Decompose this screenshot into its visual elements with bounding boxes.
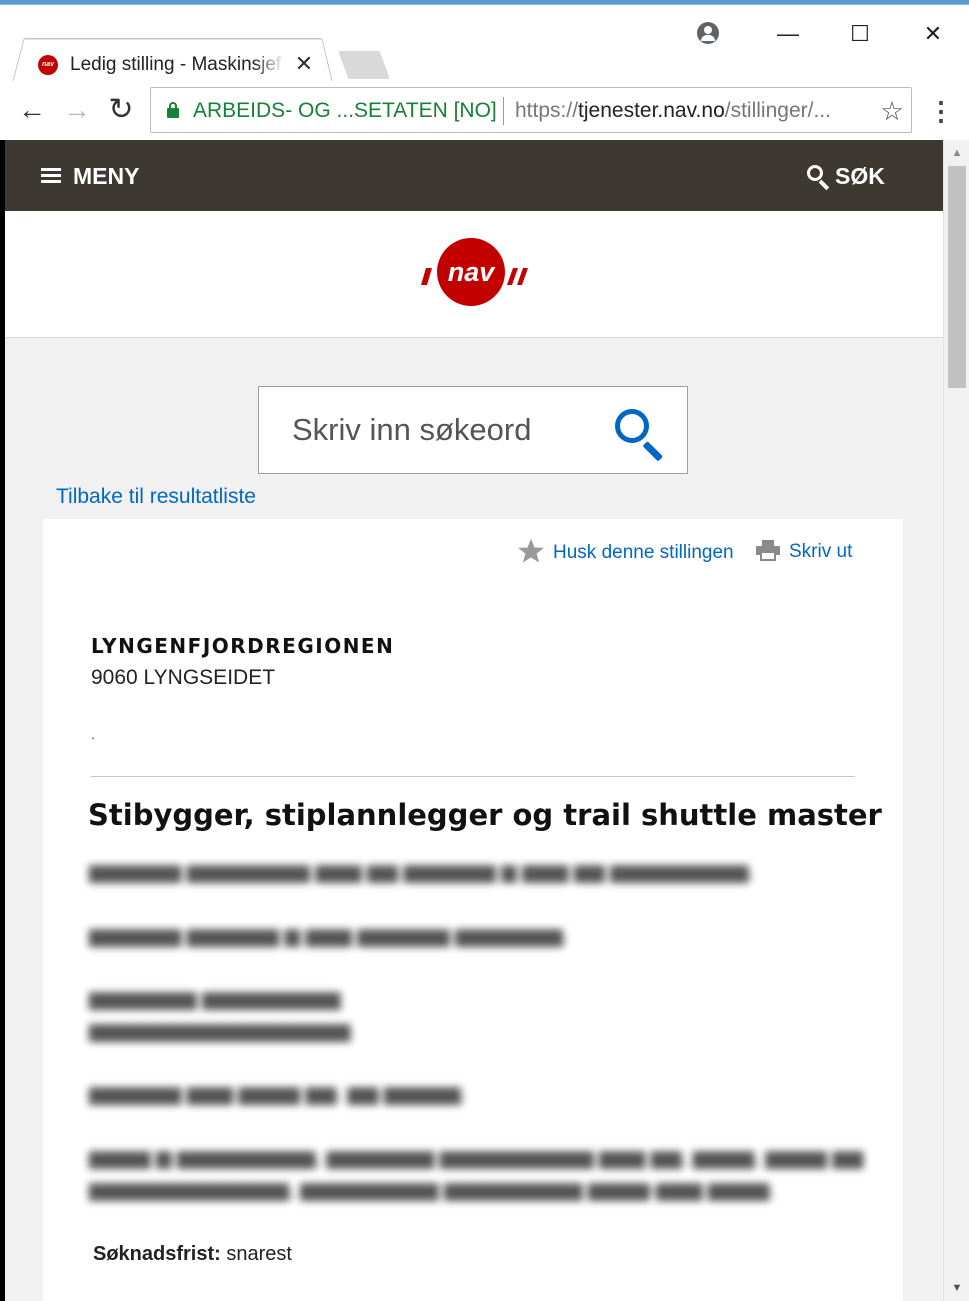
blurred-description-line: ▆▆▆▆ ▆ ▆▆▆▆▆▆▆▆▆, ▆▆▆▆▆▆▆ ▆▆▆▆▆▆▆▆▆▆ ▆▆▆… [89, 1147, 864, 1169]
url-scheme: https:// [515, 99, 579, 122]
url-path: /stillinger/... [724, 99, 831, 122]
search-label: SØK [835, 163, 885, 189]
browser-toolbar: ← → ↻ ARBEIDS- OG ...SETATEN [NO] https:… [0, 81, 969, 140]
search-submit-icon[interactable] [613, 407, 665, 462]
print-label: Skriv ut [789, 541, 853, 562]
scroll-thumb[interactable] [948, 166, 966, 388]
deadline-value: snarest [220, 1243, 292, 1265]
blurred-description-line: ▆▆▆▆▆▆ ▆▆▆ ▆▆▆▆ ▆▆. ▆▆ ▆▆▆▆▆. [89, 1083, 467, 1105]
svg-text:nav: nav [448, 257, 497, 287]
search-icon [805, 163, 831, 191]
nav-favicon-icon: nav [38, 55, 58, 75]
scroll-down-arrow-icon[interactable]: ▼ [944, 1275, 969, 1301]
back-to-results-link[interactable]: Tilbake til resultatliste [56, 484, 256, 510]
employer-name: LYNGENFJORDREGIONEN [91, 634, 395, 658]
printer-icon [756, 539, 780, 561]
bookmark-star-icon[interactable]: ☆ [877, 96, 907, 126]
address-bar[interactable]: ARBEIDS- OG ...SETATEN [NO] https://tjen… [150, 87, 912, 133]
employer-location: 9060 LYNGSEIDET [91, 666, 276, 689]
blurred-description-line: ▆▆▆▆▆▆▆ ▆▆▆▆▆▆▆▆▆ [89, 988, 341, 1010]
job-listing-card: Husk denne stillingen Skriv ut LYNGENFJO… [43, 519, 903, 1301]
forward-arrow-icon[interactable]: → [62, 95, 92, 125]
menu-button[interactable]: MENY [41, 162, 139, 190]
job-title: Stibygger, stiplannlegger og trail shutt… [88, 798, 882, 832]
page-viewport: MENY SØK nav Tilbake til resultatliste H… [5, 140, 943, 1301]
nav-logo[interactable]: nav [415, 237, 535, 307]
search-toggle-button[interactable]: SØK [805, 162, 885, 191]
search-box [258, 386, 688, 474]
blurred-description-line: ▆▆▆▆▆▆ ▆▆▆▆▆▆ ▆ ▆▆▆ ▆▆▆▆▆▆ ▆▆▆▆▆▆▆. [89, 925, 569, 947]
new-tab-button[interactable] [338, 51, 390, 79]
site-identity[interactable]: ARBEIDS- OG ...SETATEN [NO] [193, 98, 497, 124]
section-divider [91, 776, 855, 777]
print-button[interactable]: Skriv ut [755, 539, 852, 565]
tab-title: Ledig stilling - Maskinsjef [70, 54, 282, 75]
blurred-description-line: ▆▆▆▆▆▆▆▆▆▆▆▆▆▆▆▆▆ [89, 1020, 351, 1042]
browser-chrome: nav Ledig stilling - Maskinsjef ✕ — ☐ ✕ … [0, 0, 969, 140]
page-scrollbar[interactable]: ▲ ▼ [943, 140, 969, 1301]
address-separator [503, 97, 504, 125]
scroll-up-arrow-icon[interactable]: ▲ [944, 140, 969, 166]
url-host: tjenester.nav.no [578, 99, 725, 122]
site-navbar: MENY SØK [5, 140, 943, 211]
url-text[interactable]: https://tjenester.nav.no/stillinger/... [515, 98, 865, 124]
blurred-description-line: ▆▆▆▆▆▆ ▆▆▆▆▆▆▆▆ ▆▆▆ ▆▆ ▆▆▆▆▆▆ ▆ ▆▆▆ ▆▆ ▆… [89, 861, 755, 883]
employer-extra: . [91, 726, 95, 742]
browser-menu-icon[interactable]: ⋮ [928, 95, 954, 127]
tab-close-icon[interactable]: ✕ [293, 52, 315, 76]
window-close-icon[interactable]: ✕ [918, 19, 948, 49]
hamburger-icon [41, 167, 61, 184]
deadline-label: Søknadsfrist: [93, 1243, 221, 1265]
blurred-description-line: ▆▆▆▆▆▆▆▆▆▆▆▆▆, ▆▆▆▆▆▆▆▆▆ ▆▆▆▆▆▆▆▆▆ ▆▆▆▆-… [89, 1179, 775, 1201]
menu-label: MENY [73, 163, 140, 189]
account-icon[interactable] [697, 22, 719, 44]
minimize-icon[interactable]: — [773, 19, 803, 49]
reload-icon[interactable]: ↻ [106, 95, 136, 125]
search-input[interactable] [259, 387, 599, 473]
application-deadline: Søknadsfrist: snarest [93, 1241, 292, 1267]
lock-icon[interactable] [167, 102, 179, 118]
maximize-icon[interactable]: ☐ [845, 19, 875, 49]
back-arrow-icon[interactable]: ← [17, 95, 47, 125]
star-icon [518, 538, 544, 563]
remember-job-button[interactable]: Husk denne stillingen [517, 538, 734, 565]
remember-job-label: Husk denne stillingen [553, 542, 734, 564]
tab-strip: nav Ledig stilling - Maskinsjef ✕ — ☐ ✕ [0, 5, 969, 86]
logo-band: nav [5, 211, 943, 338]
